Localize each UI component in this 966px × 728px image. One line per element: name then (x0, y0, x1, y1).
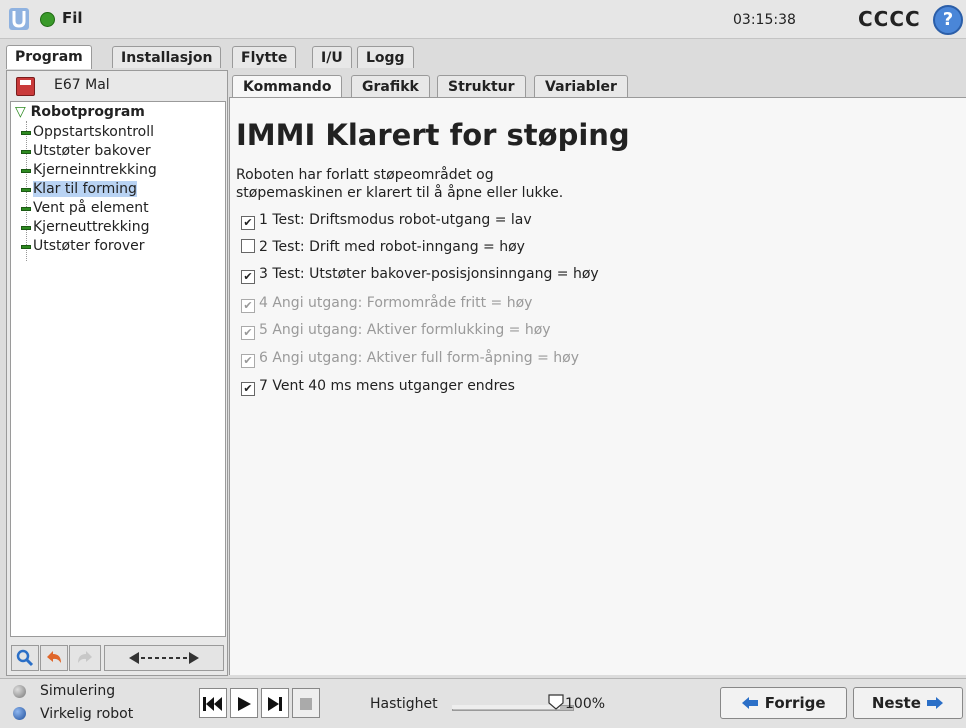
undo-icon (47, 651, 61, 663)
tree-item-selected[interactable]: Klar til forming (21, 180, 137, 199)
checkbox-label: 2 Test: Drift med robot-inngang = høy (259, 239, 525, 255)
tree-item[interactable]: Kjerneinntrekking (21, 161, 157, 180)
previous-label: Forrige (764, 694, 826, 712)
redo-icon (78, 651, 92, 663)
tab-flytte[interactable]: Flytte (232, 46, 297, 68)
checkbox-item[interactable]: 2 Test: Drift med robot-inngang = høy (241, 237, 525, 257)
file-status-icon[interactable] (40, 12, 55, 27)
checkbox-item: ✔ 5 Angi utgang: Aktiver formlukking = hø… (241, 320, 551, 340)
checkbox: ✔ (241, 326, 255, 340)
skip-back-icon (203, 696, 222, 711)
arrow-right-icon (927, 697, 944, 709)
tab-struktur[interactable]: Struktur (437, 75, 526, 97)
checkbox: ✔ (241, 354, 255, 368)
tab-installasjon[interactable]: Installasjon (112, 46, 222, 68)
node-icon (21, 207, 31, 211)
skip-back-button[interactable] (199, 688, 227, 718)
next-label: Neste (871, 694, 921, 712)
checkbox-label: 6 Angi utgang: Aktiver full form-åpning … (259, 350, 580, 366)
speed-slider-thumb[interactable] (548, 694, 564, 710)
checkbox-item[interactable]: ✔ 7 Vent 40 ms mens utganger endres (241, 376, 515, 396)
checkbox[interactable]: ✔ (241, 382, 255, 396)
checkbox-label: 4 Angi utgang: Formområde fritt = høy (259, 295, 533, 311)
search-icon (16, 649, 34, 667)
checkbox-item: ✔ 6 Angi utgang: Aktiver full form-åpning… (241, 348, 579, 368)
step-button[interactable] (261, 688, 289, 718)
checkbox[interactable] (241, 239, 255, 253)
tree-item[interactable]: Kjerneuttrekking (21, 218, 149, 237)
node-icon (21, 245, 31, 249)
save-icon[interactable] (16, 77, 35, 96)
checkbox: ✔ (241, 299, 255, 313)
stop-icon (300, 697, 312, 710)
redo-button (69, 645, 101, 671)
tree-item[interactable]: Utstøter forover (21, 237, 145, 256)
robot-name: CCCC (858, 7, 921, 31)
node-icon (21, 150, 31, 154)
tab-kommando[interactable]: Kommando (232, 75, 343, 97)
expand-triangle-icon[interactable]: ▽ (15, 104, 26, 120)
undo-button[interactable] (40, 645, 68, 671)
play-button[interactable] (230, 688, 258, 718)
checkbox-label: 7 Vent 40 ms mens utganger endres (259, 378, 515, 394)
checkbox-item: ✔ 4 Angi utgang: Formområde fritt = høy (241, 293, 532, 313)
node-icon (21, 169, 31, 173)
node-icon (21, 131, 31, 135)
description: Roboten har forlatt støpeområdet og støp… (236, 166, 936, 202)
arrow-left-icon (742, 697, 759, 709)
node-icon (21, 188, 31, 192)
top-bar: Fil 03:15:38 CCCC ? (0, 0, 966, 39)
tab-variabler[interactable]: Variabler (534, 75, 628, 97)
description-line: støpemaskinen er klarert til å åpne elle… (236, 185, 564, 201)
tab-iu[interactable]: I/U (312, 46, 352, 68)
simulation-radio[interactable] (13, 685, 26, 698)
clock: 03:15:38 (733, 12, 796, 28)
play-icon (238, 696, 251, 711)
tree-item[interactable]: Oppstartskontroll (21, 123, 154, 142)
step-icon (268, 696, 282, 711)
move-node-button[interactable] (104, 645, 224, 671)
tree-item[interactable]: Vent på element (21, 199, 149, 218)
checkbox[interactable]: ✔ (241, 270, 255, 284)
tab-logg[interactable]: Logg (357, 46, 414, 68)
tree-root[interactable]: ▽ Robotprogram (15, 104, 145, 120)
node-icon (21, 226, 31, 230)
file-menu[interactable]: Fil (62, 9, 83, 27)
speed-slider-fill (452, 705, 560, 709)
ur-logo-icon (9, 8, 29, 30)
checkbox-label: 5 Angi utgang: Aktiver formlukking = høy (259, 322, 551, 338)
tree-item[interactable]: Utstøter bakover (21, 142, 151, 161)
checkbox-item[interactable]: ✔ 1 Test: Driftsmodus robot-utgang = lav (241, 210, 532, 230)
checkbox-item[interactable]: ✔ 3 Test: Utstøter bakover-posisjonsinnga… (241, 264, 599, 284)
speed-value: 100% (565, 696, 606, 712)
real-robot-radio[interactable] (13, 707, 26, 720)
description-line: Roboten har forlatt støpeområdet og (236, 167, 494, 183)
checkbox[interactable]: ✔ (241, 216, 255, 230)
previous-button[interactable]: Forrige (720, 687, 847, 719)
simulation-label[interactable]: Simulering (40, 683, 115, 699)
tree-root-label: Robotprogram (30, 104, 145, 120)
help-button[interactable]: ? (933, 5, 963, 35)
tab-grafikk[interactable]: Grafikk (351, 75, 430, 97)
program-tree[interactable]: ▽ Robotprogram Oppstartskontroll Utstøte… (10, 101, 226, 637)
search-button[interactable] (11, 645, 39, 671)
stop-button (292, 688, 320, 718)
next-button[interactable]: Neste (853, 687, 963, 719)
checkbox-label: 3 Test: Utstøter bakover-posisjonsinngan… (259, 266, 599, 282)
move-arrows-icon (129, 652, 199, 664)
speed-label: Hastighet (370, 696, 438, 712)
checkbox-label: 1 Test: Driftsmodus robot-utgang = lav (259, 212, 532, 228)
page-title: IMMI Klarert for støping (236, 118, 630, 152)
program-name: E67 Mal (54, 77, 110, 93)
tab-program[interactable]: Program (6, 45, 92, 69)
real-robot-label[interactable]: Virkelig robot (40, 706, 133, 722)
